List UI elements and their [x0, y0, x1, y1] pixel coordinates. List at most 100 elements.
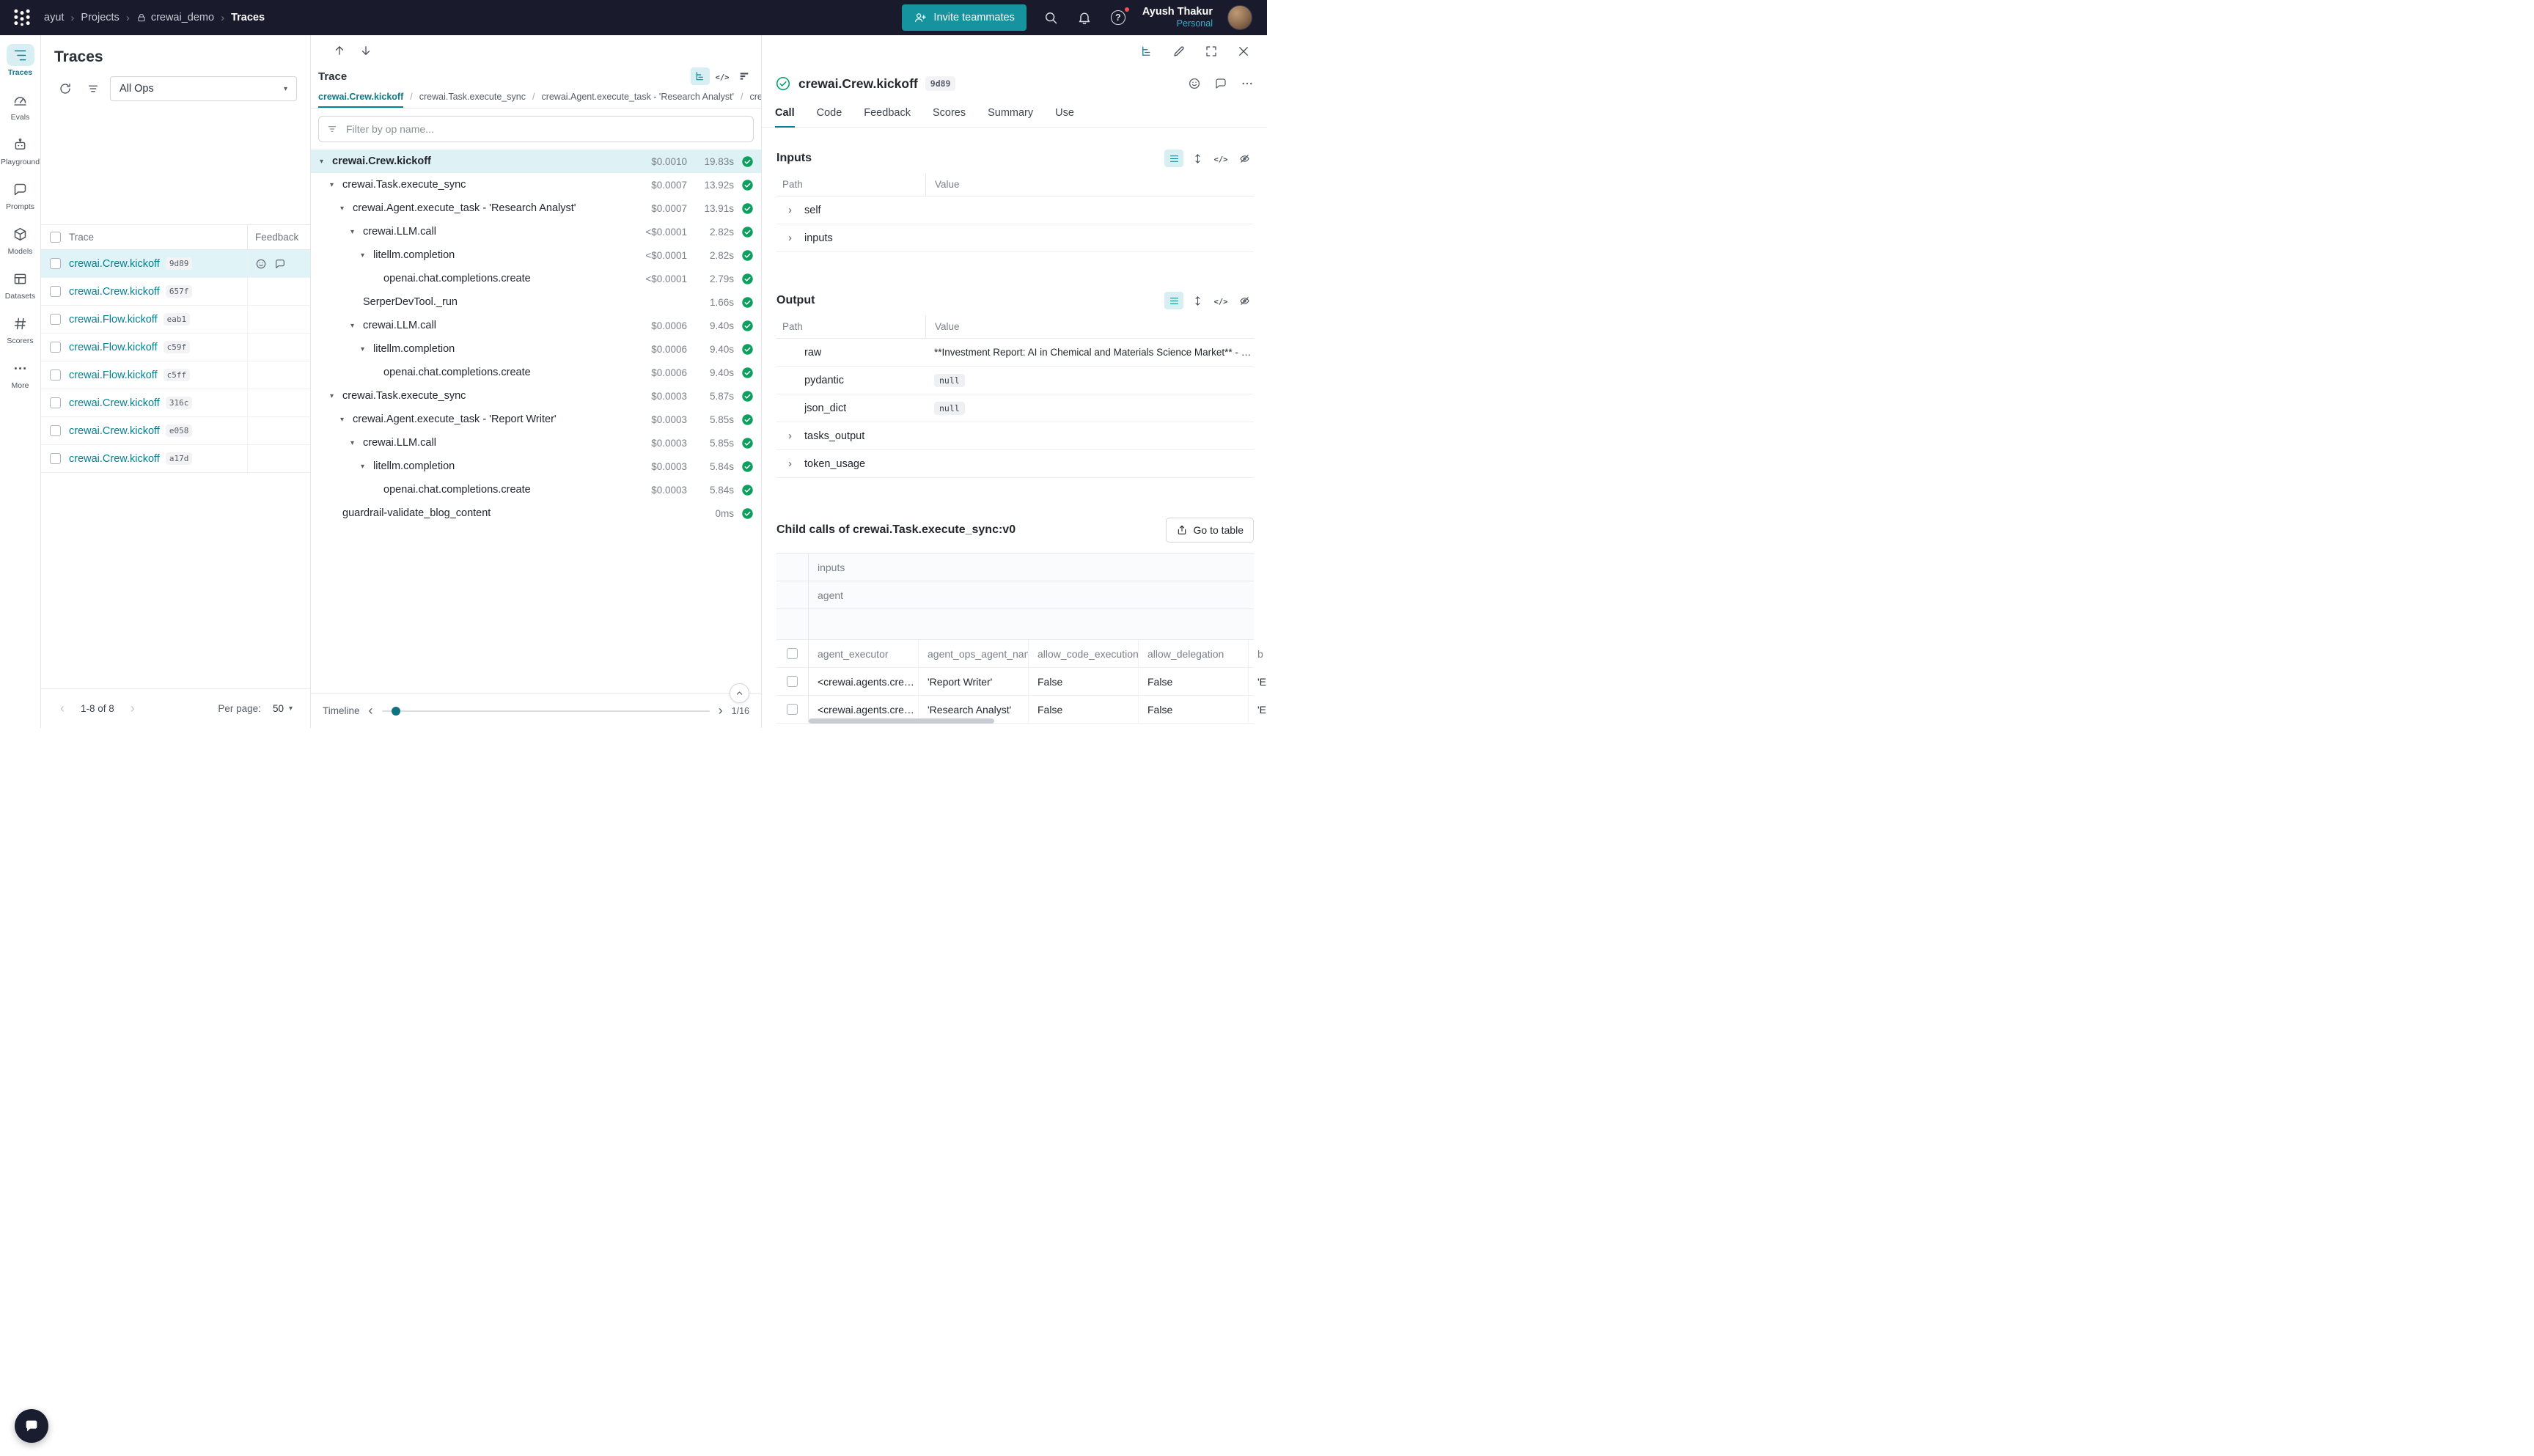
sidebar-item-scorers[interactable]: Scorers — [0, 312, 40, 345]
trace-tree-row[interactable]: openai.chat.completions.create $0.0003 5… — [311, 478, 761, 501]
comment-button[interactable] — [1214, 77, 1227, 90]
sidebar-item-more[interactable]: More — [0, 357, 40, 390]
notifications-button[interactable] — [1075, 8, 1094, 27]
output-path-row[interactable]: raw **Investment Report: AI in Chemical … — [776, 339, 1254, 367]
emoji-feedback-button[interactable] — [1188, 77, 1201, 90]
trace-path-item[interactable]: crewai.LLM.call — [734, 87, 761, 108]
user-menu[interactable]: Ayush Thakur Personal — [1142, 5, 1213, 30]
column-header[interactable]: b — [1249, 640, 1267, 667]
trace-row[interactable]: crewai.Crew.kickoff 316c — [41, 389, 310, 417]
trace-op-link[interactable]: crewai.Flow.kickoff — [69, 342, 158, 353]
next-call-button[interactable] — [356, 42, 375, 59]
go-to-table-button[interactable]: Go to table — [1166, 518, 1255, 543]
search-button[interactable] — [1041, 8, 1060, 27]
sidebar-item-evals[interactable]: Evals — [0, 89, 40, 122]
breadcrumb-projects[interactable]: Projects — [81, 12, 119, 23]
per-page-select[interactable]: 50 — [267, 699, 298, 718]
trace-tree-row[interactable]: openai.chat.completions.create <$0.0001 … — [311, 267, 761, 290]
list-view-button[interactable] — [1164, 150, 1183, 167]
prev-page-button[interactable]: ‹ — [53, 701, 72, 716]
row-checkbox[interactable] — [787, 676, 798, 687]
trace-path-item[interactable]: crewai.Agent.execute_task - 'Research An… — [526, 87, 734, 108]
trace-op-link[interactable]: crewai.Flow.kickoff — [69, 314, 158, 326]
chevron-right-icon[interactable] — [788, 205, 792, 216]
trace-tree-row[interactable]: litellm.completion $0.0006 9.40s — [311, 337, 761, 361]
expand-caret[interactable] — [361, 251, 373, 260]
trace-tree-row[interactable]: litellm.completion <$0.0001 2.82s — [311, 243, 761, 267]
trace-tree-row[interactable]: crewai.LLM.call $0.0006 9.40s — [311, 314, 761, 337]
expand-caret[interactable] — [350, 228, 363, 236]
trace-op-link[interactable]: crewai.Crew.kickoff — [69, 286, 160, 298]
sidebar-item-models[interactable]: Models — [0, 223, 40, 256]
code-view-button[interactable] — [1211, 292, 1230, 309]
expand-caret[interactable] — [320, 158, 332, 166]
call-tab[interactable]: Code — [817, 100, 842, 128]
trace-tree-row[interactable]: SerperDevTool._run 1.66s — [311, 290, 761, 314]
emoji-feedback-icon[interactable] — [255, 258, 267, 270]
sidebar-item-playground[interactable]: Playground — [0, 133, 40, 166]
call-tab[interactable]: Scores — [933, 100, 966, 128]
invite-teammates-button[interactable]: Invite teammates — [902, 4, 1026, 31]
call-tab[interactable]: Use — [1055, 100, 1074, 128]
trace-op-link[interactable]: crewai.Crew.kickoff — [69, 258, 160, 270]
feedback-column-header[interactable]: Feedback — [247, 225, 310, 249]
hide-values-button[interactable] — [1235, 150, 1254, 167]
chevron-right-icon[interactable] — [788, 430, 792, 441]
call-id-badge[interactable]: 9d89 — [925, 76, 956, 91]
collapse-timeline-button[interactable] — [730, 683, 749, 703]
trace-tree-row[interactable]: litellm.completion $0.0003 5.84s — [311, 455, 761, 478]
trace-tree-row[interactable]: guardrail-validate_blog_content 0ms — [311, 501, 761, 525]
prev-call-button[interactable] — [330, 42, 349, 59]
comment-feedback-icon[interactable] — [274, 258, 286, 270]
input-path-row[interactable]: self — [776, 196, 1254, 224]
flame-view-toggle[interactable] — [735, 67, 754, 85]
horizontal-scrollbar[interactable] — [809, 718, 1251, 724]
row-checkbox[interactable] — [50, 286, 61, 297]
trace-row[interactable]: crewai.Crew.kickoff a17d — [41, 445, 310, 473]
call-tab[interactable]: Summary — [988, 100, 1033, 128]
trace-row[interactable]: crewai.Flow.kickoff c5ff — [41, 361, 310, 389]
row-checkbox[interactable] — [787, 704, 798, 715]
expand-caret[interactable] — [330, 181, 342, 189]
expand-all-button[interactable] — [1188, 150, 1207, 167]
help-button[interactable] — [1109, 8, 1128, 27]
output-path-row[interactable]: token_usage — [776, 450, 1254, 478]
trace-tree-row[interactable]: crewai.LLM.call $0.0003 5.85s — [311, 431, 761, 455]
row-checkbox[interactable] — [50, 425, 61, 436]
tree-layout-button[interactable] — [1138, 43, 1156, 60]
chevron-right-icon[interactable] — [788, 232, 792, 243]
expand-caret[interactable] — [340, 205, 353, 213]
trace-tree-row[interactable]: crewai.Agent.execute_task - 'Research An… — [311, 196, 761, 220]
column-header[interactable]: allow_code_execution — [1029, 640, 1139, 667]
trace-row[interactable]: crewai.Crew.kickoff e058 — [41, 417, 310, 445]
timeline-prev-button[interactable]: ‹ — [369, 703, 373, 718]
trace-row[interactable]: crewai.Flow.kickoff c59f — [41, 334, 310, 361]
trace-row[interactable]: crewai.Flow.kickoff eab1 — [41, 306, 310, 334]
expand-caret[interactable] — [350, 439, 363, 447]
column-header[interactable]: agent_executor — [809, 640, 919, 667]
trace-tree-row[interactable]: openai.chat.completions.create $0.0006 9… — [311, 361, 761, 384]
tree-view-toggle[interactable] — [691, 67, 710, 85]
column-header[interactable]: agent_ops_agent_nan — [919, 640, 1029, 667]
row-checkbox[interactable] — [50, 369, 61, 380]
row-checkbox[interactable] — [50, 453, 61, 464]
timeline-next-button[interactable]: › — [719, 703, 723, 718]
timeline-slider[interactable] — [382, 710, 710, 712]
scrollbar-thumb[interactable] — [809, 718, 994, 724]
code-view-button[interactable] — [1211, 150, 1230, 167]
trace-tree-row[interactable]: crewai.Crew.kickoff $0.0010 19.83s — [311, 150, 761, 173]
trace-op-link[interactable]: crewai.Crew.kickoff — [69, 397, 160, 409]
expand-caret[interactable] — [361, 463, 373, 471]
trace-tree-row[interactable]: crewai.Agent.execute_task - 'Report Writ… — [311, 408, 761, 431]
row-checkbox[interactable] — [50, 258, 61, 269]
call-tab[interactable]: Call — [775, 100, 795, 128]
expand-all-button[interactable] — [1188, 292, 1207, 309]
sidebar-item-traces[interactable]: Traces — [0, 44, 40, 77]
chevron-right-icon[interactable] — [788, 458, 792, 469]
output-path-row[interactable]: pydantic nullnull — [776, 367, 1254, 394]
trace-op-link[interactable]: crewai.Crew.kickoff — [69, 453, 160, 465]
trace-op-link[interactable]: crewai.Flow.kickoff — [69, 369, 158, 381]
input-path-row[interactable]: inputs — [776, 224, 1254, 252]
sidebar-item-prompts[interactable]: Prompts — [0, 178, 40, 211]
hide-values-button[interactable] — [1235, 292, 1254, 309]
